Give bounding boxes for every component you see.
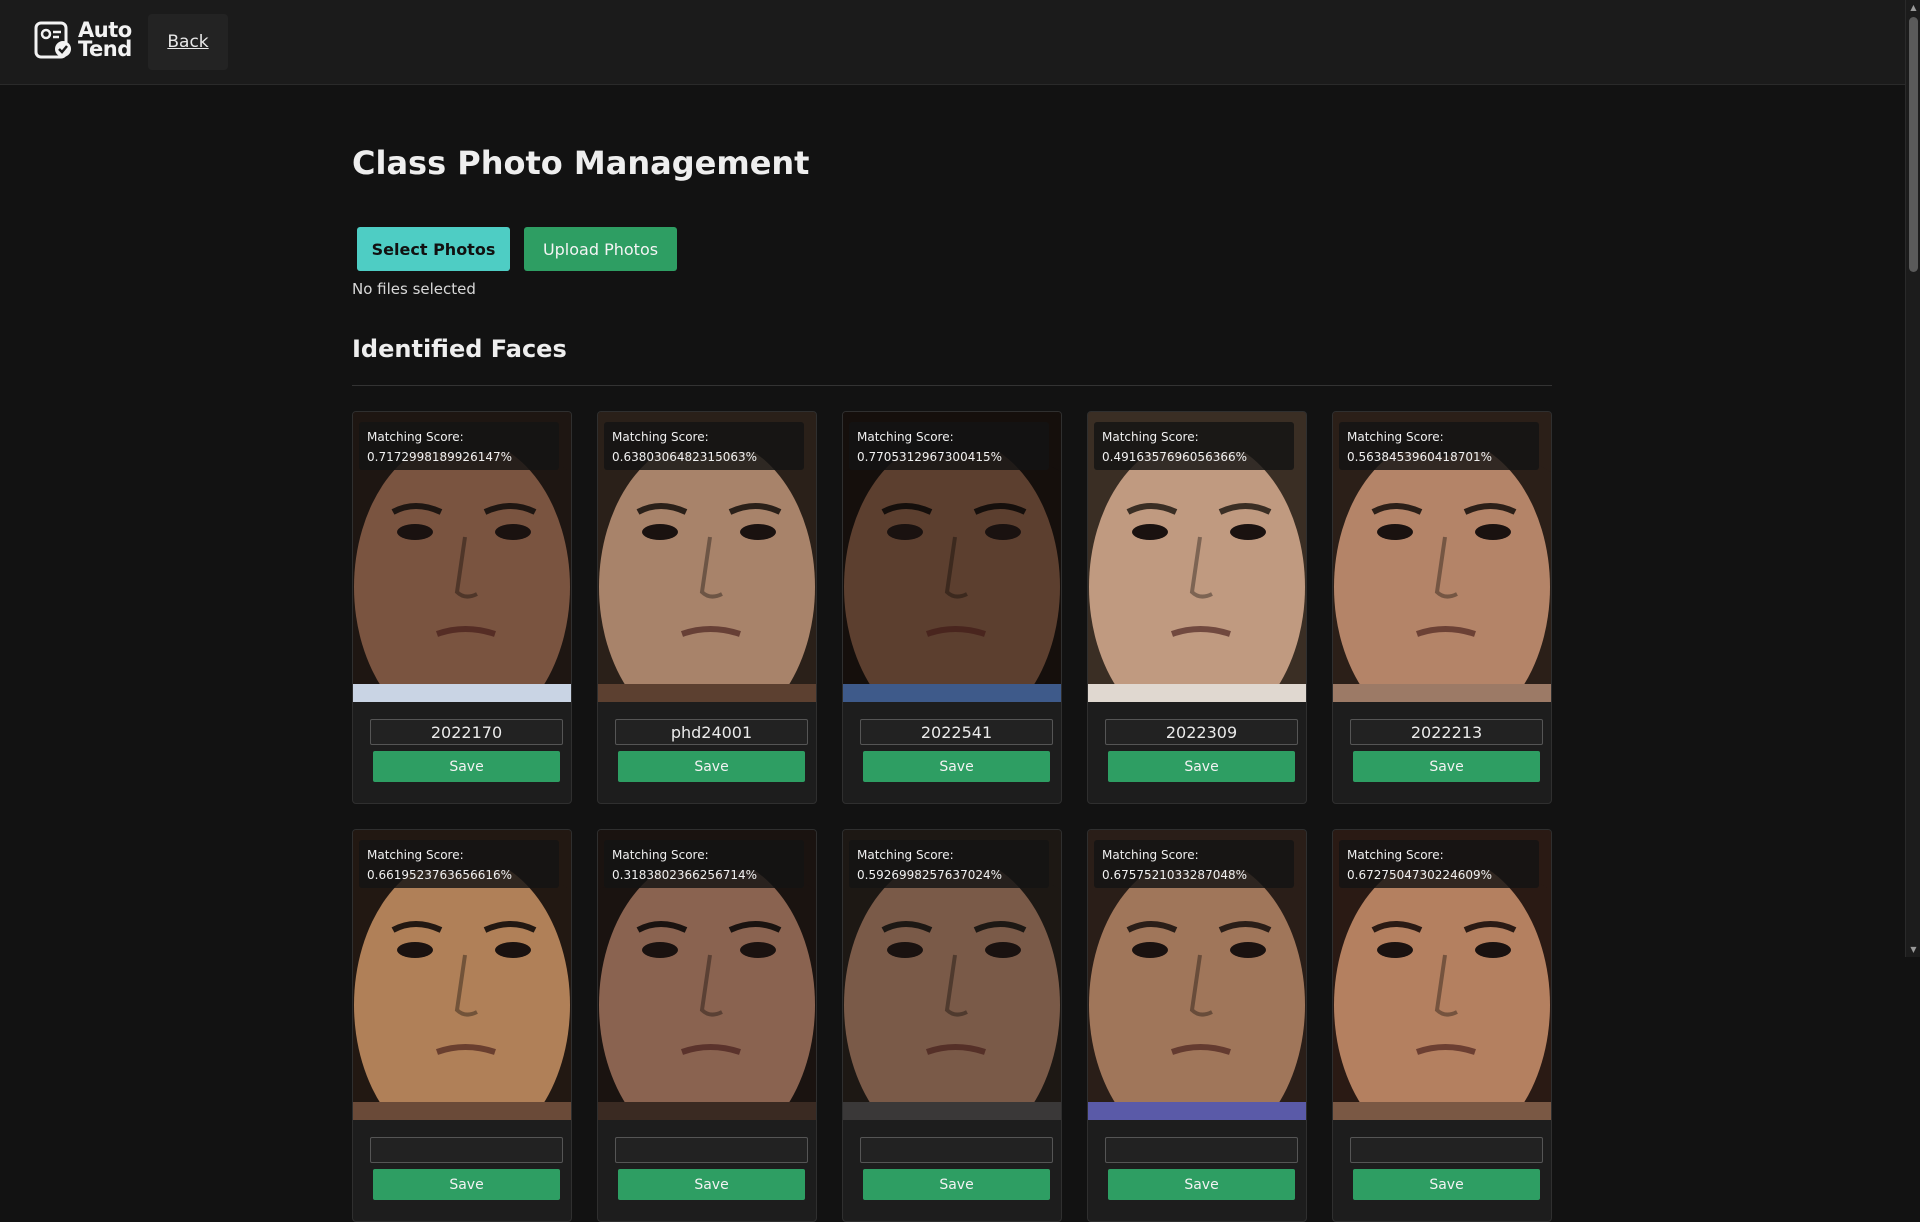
face-photo: Matching Score: 0.6619523763656616%: [353, 830, 571, 1120]
logo-line-2: Tend: [78, 37, 132, 61]
save-button[interactable]: Save: [1353, 1169, 1540, 1200]
matching-score-value: 0.5926998257637024%: [857, 868, 1003, 882]
file-selection-status: No files selected: [352, 280, 476, 298]
face-card: Matching Score: 0.6380306482315063% Save: [597, 411, 817, 804]
matching-score-box: Matching Score: 0.5638453960418701%: [1339, 422, 1539, 470]
matching-score-label: Matching Score:: [1102, 430, 1199, 444]
matching-score-value: 0.7705312967300415%: [857, 450, 1003, 464]
face-photo: Matching Score: 0.6757521033287048%: [1088, 830, 1306, 1120]
matching-score-value: 0.6757521033287048%: [1102, 868, 1248, 882]
student-id-input[interactable]: [615, 719, 808, 745]
matching-score-box: Matching Score: 0.5926998257637024%: [849, 840, 1049, 888]
autotend-logo[interactable]: Auto Tend: [34, 18, 132, 62]
save-button[interactable]: Save: [373, 1169, 560, 1200]
matching-score-box: Matching Score: 0.7172998189926147%: [359, 422, 559, 470]
scroll-thumb[interactable]: [1909, 17, 1918, 272]
save-button[interactable]: Save: [863, 1169, 1050, 1200]
save-button[interactable]: Save: [1108, 751, 1295, 782]
logo-wordmark: Auto Tend: [78, 20, 132, 61]
matching-score-label: Matching Score:: [367, 430, 464, 444]
face-grid: Matching Score:0.7172998189926147%SaveMa…: [352, 411, 1552, 1222]
matching-score-box: Matching Score: 0.7705312967300415%: [849, 422, 1049, 470]
save-button[interactable]: Save: [373, 751, 560, 782]
face-card: Matching Score: 0.4916357696056366% Save: [1087, 411, 1307, 804]
back-button[interactable]: Back: [148, 14, 228, 70]
save-button[interactable]: Save: [618, 1169, 805, 1200]
student-id-input[interactable]: [860, 1137, 1053, 1163]
matching-score-value: 0.6380306482315063%: [612, 450, 758, 464]
matching-score-label: Matching Score:: [612, 848, 709, 862]
matching-score-label: Matching Score:: [1347, 430, 1444, 444]
face-photo: Matching Score: 0.3183802366256714%: [598, 830, 816, 1120]
student-id-input[interactable]: [1350, 719, 1543, 745]
matching-score-box: Matching Score: 0.4916357696056366%: [1094, 422, 1294, 470]
matching-score-box: Matching Score: 0.6757521033287048%: [1094, 840, 1294, 888]
face-card: Matching Score: 0.6757521033287048% Save: [1087, 829, 1307, 1222]
student-id-input[interactable]: [1105, 719, 1298, 745]
student-id-input[interactable]: [1105, 1137, 1298, 1163]
matching-score-value: 0.6619523763656616%: [367, 868, 513, 882]
student-id-input[interactable]: [1350, 1137, 1543, 1163]
face-card: Matching Score: 0.7705312967300415% Save: [842, 411, 1062, 804]
section-divider: [352, 385, 1552, 386]
matching-score-label: Matching Score:: [367, 848, 464, 862]
scroll-down-arrow-icon[interactable]: ▼: [1906, 942, 1920, 957]
matching-score-value: 0.5638453960418701%: [1347, 450, 1493, 464]
matching-score-label: Matching Score:: [857, 430, 954, 444]
page-title: Class Photo Management: [352, 144, 810, 182]
section-title-identified-faces: Identified Faces: [352, 335, 567, 363]
student-id-input[interactable]: [860, 719, 1053, 745]
matching-score-value: 0.3183802366256714%: [612, 868, 758, 882]
face-card: Matching Score: 0.5926998257637024% Save: [842, 829, 1062, 1222]
matching-score-box: Matching Score: 0.3183802366256714%: [604, 840, 804, 888]
matching-score-value: 0.7172998189926147%: [367, 450, 513, 464]
save-button[interactable]: Save: [1353, 751, 1540, 782]
upload-photos-button[interactable]: Upload Photos: [524, 227, 677, 271]
save-button[interactable]: Save: [618, 751, 805, 782]
face-card: Matching Score: 0.7172998189926147% Save: [352, 411, 572, 804]
face-photo: Matching Score: 0.7705312967300415%: [843, 412, 1061, 702]
face-card: Matching Score: 0.6619523763656616% Save: [352, 829, 572, 1222]
matching-score-box: Matching Score: 0.6380306482315063%: [604, 422, 804, 470]
save-button[interactable]: Save: [863, 751, 1050, 782]
matching-score-value: 0.6727504730224609%: [1347, 868, 1493, 882]
save-button[interactable]: Save: [1108, 1169, 1295, 1200]
top-bar: Auto Tend Back: [0, 0, 1905, 85]
student-id-input[interactable]: [370, 1137, 563, 1163]
face-photo: Matching Score: 0.7172998189926147%: [353, 412, 571, 702]
face-photo: Matching Score: 0.5926998257637024%: [843, 830, 1061, 1120]
page-scrollbar[interactable]: ▲ ▼: [1905, 0, 1920, 957]
face-card: Matching Score: 0.3183802366256714% Save: [597, 829, 817, 1222]
matching-score-box: Matching Score: 0.6619523763656616%: [359, 840, 559, 888]
matching-score-value: 0.4916357696056366%: [1102, 450, 1248, 464]
logo-icon: [34, 20, 74, 60]
face-card: Matching Score: 0.5638453960418701% Save: [1332, 411, 1552, 804]
matching-score-label: Matching Score:: [857, 848, 954, 862]
select-photos-button[interactable]: Select Photos: [357, 227, 510, 271]
matching-score-box: Matching Score: 0.6727504730224609%: [1339, 840, 1539, 888]
matching-score-label: Matching Score:: [1102, 848, 1199, 862]
matching-score-label: Matching Score:: [1347, 848, 1444, 862]
face-photo: Matching Score: 0.4916357696056366%: [1088, 412, 1306, 702]
face-card: Matching Score: 0.6727504730224609% Save: [1332, 829, 1552, 1222]
scroll-up-arrow-icon[interactable]: ▲: [1906, 0, 1920, 15]
face-photo: Matching Score: 0.5638453960418701%: [1333, 412, 1551, 702]
face-photo: Matching Score: 0.6380306482315063%: [598, 412, 816, 702]
student-id-input[interactable]: [370, 719, 563, 745]
face-photo: Matching Score: 0.6727504730224609%: [1333, 830, 1551, 1120]
student-id-input[interactable]: [615, 1137, 808, 1163]
matching-score-label: Matching Score:: [612, 430, 709, 444]
